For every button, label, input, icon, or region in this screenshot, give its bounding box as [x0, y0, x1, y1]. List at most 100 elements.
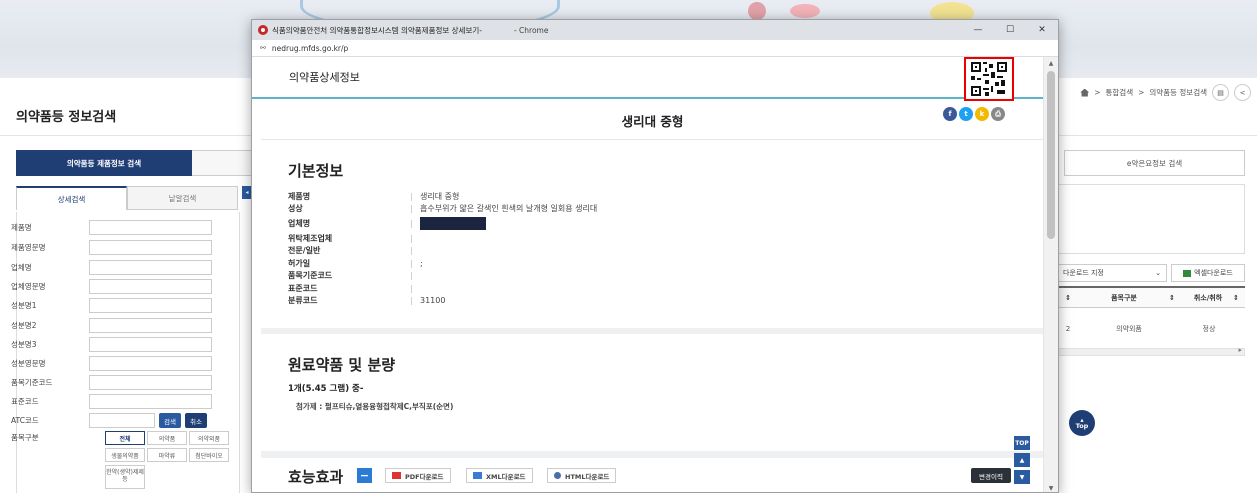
download-select[interactable]: 다운로드 지정 ⌄: [1057, 264, 1167, 282]
divider: [261, 139, 1044, 140]
html-download-button[interactable]: HTML다운로드: [547, 468, 617, 483]
info-row: 전문/일반 |: [288, 245, 597, 258]
results-table-header: ⇕ 품목구분 ⇕ 취소/취하 ⇕: [1057, 286, 1245, 308]
company-english-name-input[interactable]: [89, 279, 212, 294]
print-icon[interactable]: ▤: [1212, 84, 1229, 101]
item-code-input[interactable]: [89, 375, 212, 390]
category-herbal[interactable]: 한약(생약)제제등: [105, 465, 145, 489]
share-icon[interactable]: <: [1234, 84, 1251, 101]
scroll-nav: TOP ▲ ▼: [1014, 436, 1030, 484]
field-label: 업체명: [11, 263, 32, 272]
tab-product-search[interactable]: 의약품등 제품정보 검색: [16, 150, 192, 176]
category-advanced-bio[interactable]: 첨단바이오: [189, 448, 229, 462]
home-icon[interactable]: [1080, 88, 1090, 97]
qr-code[interactable]: [964, 57, 1014, 101]
scroll-top-button[interactable]: ▴ Top: [1069, 410, 1095, 436]
info-value: 흡수부위가 얇은 갈색인 흰색의 날개형 일회용 생리대: [420, 204, 598, 214]
field-label: 표준코드: [11, 397, 39, 406]
breadcrumb: > 통합검색 > 의약품등 정보검색 ▤ <: [1080, 84, 1251, 101]
tab-easy-drug-info[interactable]: e약은요정보 검색: [1064, 150, 1245, 176]
category-biologic[interactable]: 생물의약품: [105, 448, 145, 462]
form-row: 업체명: [11, 260, 212, 275]
scroll-top-button[interactable]: TOP: [1014, 436, 1030, 450]
scroll-up-icon[interactable]: ▲: [1014, 453, 1030, 467]
column-header[interactable]: 품목구분: [1079, 293, 1169, 303]
ingredients-title: 원료약품 및 분량: [288, 356, 396, 374]
form-row: 제품명: [11, 220, 212, 235]
category-quasi-drug[interactable]: 의약외품: [189, 431, 229, 445]
info-value: 생리대 중형: [420, 191, 460, 201]
ingredient2-input[interactable]: [89, 318, 212, 333]
scroll-up-arrow-icon[interactable]: ▲: [1044, 57, 1058, 69]
window-titlebar[interactable]: 식품의약품안전처 의약품통합정보시스템 의약품제품정보 상세보기- - Chro…: [252, 20, 1058, 40]
excel-download-button[interactable]: 엑셀다운로드: [1171, 264, 1245, 282]
breadcrumb-item[interactable]: 통합검색: [1106, 87, 1134, 98]
category-all[interactable]: 전체: [105, 431, 145, 445]
pdf-download-button[interactable]: PDF다운로드: [385, 468, 451, 483]
tab-detail-search[interactable]: 상세검색: [16, 186, 127, 210]
ingredient3-input[interactable]: [89, 337, 212, 352]
column-header[interactable]: 취소/취하: [1183, 293, 1233, 303]
sort-icon[interactable]: ⇕: [1233, 294, 1239, 302]
chevron-down-icon: ⌄: [1155, 269, 1161, 277]
ingredient-english-input[interactable]: [89, 356, 212, 371]
info-label: 업체명: [288, 219, 311, 228]
info-row: 품목기준코드 |: [288, 270, 597, 283]
field-label: 품목기준코드: [11, 378, 53, 387]
form-row: 품목구분: [11, 432, 89, 443]
form-row: ATC코드 검색 취소: [11, 413, 207, 428]
table-cell: 2: [1065, 325, 1071, 333]
site-info-icon[interactable]: ⚯: [260, 44, 266, 52]
atc-search-button[interactable]: 검색: [159, 413, 181, 428]
collapse-toggle-button[interactable]: −: [357, 468, 372, 483]
info-row: 분류코드 | 31100: [288, 295, 597, 308]
table-row[interactable]: 2 의약외품 정상: [1057, 316, 1245, 342]
efficacy-card: 효능효과 − PDF다운로드 XML다운로드 HTML다운로드 변경이력: [261, 458, 1044, 492]
maximize-icon[interactable]: ☐: [994, 20, 1026, 40]
product-english-name-input[interactable]: [89, 240, 212, 255]
info-row: 성상 | 흡수부위가 얇은 갈색인 흰색의 날개형 일회용 생리대: [288, 203, 597, 216]
scrollbar-thumb[interactable]: [1047, 71, 1055, 239]
tab-pill-search[interactable]: 낱알검색: [127, 186, 238, 210]
table-cell: 의약외품: [1116, 325, 1142, 333]
result-summary-box: [1057, 184, 1245, 254]
breadcrumb-item[interactable]: 의약품등 정보검색: [1149, 87, 1207, 98]
sort-icon[interactable]: ⇕: [1169, 294, 1183, 302]
info-row: 표준코드 |: [288, 282, 597, 295]
facebook-icon[interactable]: f: [943, 107, 957, 121]
close-icon[interactable]: ✕: [1026, 20, 1058, 40]
html-icon: [554, 472, 561, 479]
horizontal-scrollbar[interactable]: [1057, 346, 1245, 356]
info-label: 성상: [288, 204, 303, 214]
standard-code-input[interactable]: [89, 394, 212, 409]
info-row: 위탁제조업체 |: [288, 232, 597, 245]
category-narcotic[interactable]: 마약류: [147, 448, 187, 462]
scroll-top-label: Top: [1075, 422, 1089, 430]
print-icon[interactable]: ⎙: [991, 107, 1005, 121]
field-label: 성분명1: [11, 301, 37, 310]
field-label: ATC코드: [11, 416, 39, 425]
form-row: 품목기준코드: [11, 375, 212, 390]
vertical-scrollbar[interactable]: ▲ ▼: [1043, 57, 1058, 492]
scroll-down-arrow-icon[interactable]: ▼: [1044, 482, 1058, 492]
xml-download-button[interactable]: XML다운로드: [466, 468, 533, 483]
company-name-input[interactable]: [89, 260, 212, 275]
address-bar[interactable]: ⚯ nedrug.mfds.go.kr/p: [252, 40, 1058, 57]
info-value: 31100: [420, 296, 446, 306]
sort-icon[interactable]: ⇕: [1057, 294, 1079, 302]
atc-cancel-button[interactable]: 취소: [184, 413, 207, 428]
scroll-down-icon[interactable]: ▼: [1014, 470, 1030, 484]
ingredient1-input[interactable]: [89, 298, 212, 313]
field-label: 성분명2: [11, 321, 37, 330]
twitter-icon[interactable]: t: [959, 107, 973, 121]
additives-text: 첨가제 : 펄프티슈,열용융형접착제C,부직포(순면): [296, 402, 454, 411]
info-label: 품목기준코드: [288, 271, 333, 281]
kakao-icon[interactable]: k: [975, 107, 989, 121]
minimize-icon[interactable]: —: [962, 20, 994, 40]
chrome-popup-window: 식품의약품안전처 의약품통합정보시스템 의약품제품정보 상세보기- - Chro…: [251, 19, 1059, 493]
category-drug[interactable]: 의약품: [147, 431, 187, 445]
change-history-button[interactable]: 변경이력: [971, 468, 1011, 483]
product-name-input[interactable]: [89, 220, 212, 235]
atc-code-input[interactable]: [89, 413, 155, 428]
window-title: 식품의약품안전처 의약품통합정보시스템 의약품제품정보 상세보기-: [272, 25, 482, 35]
